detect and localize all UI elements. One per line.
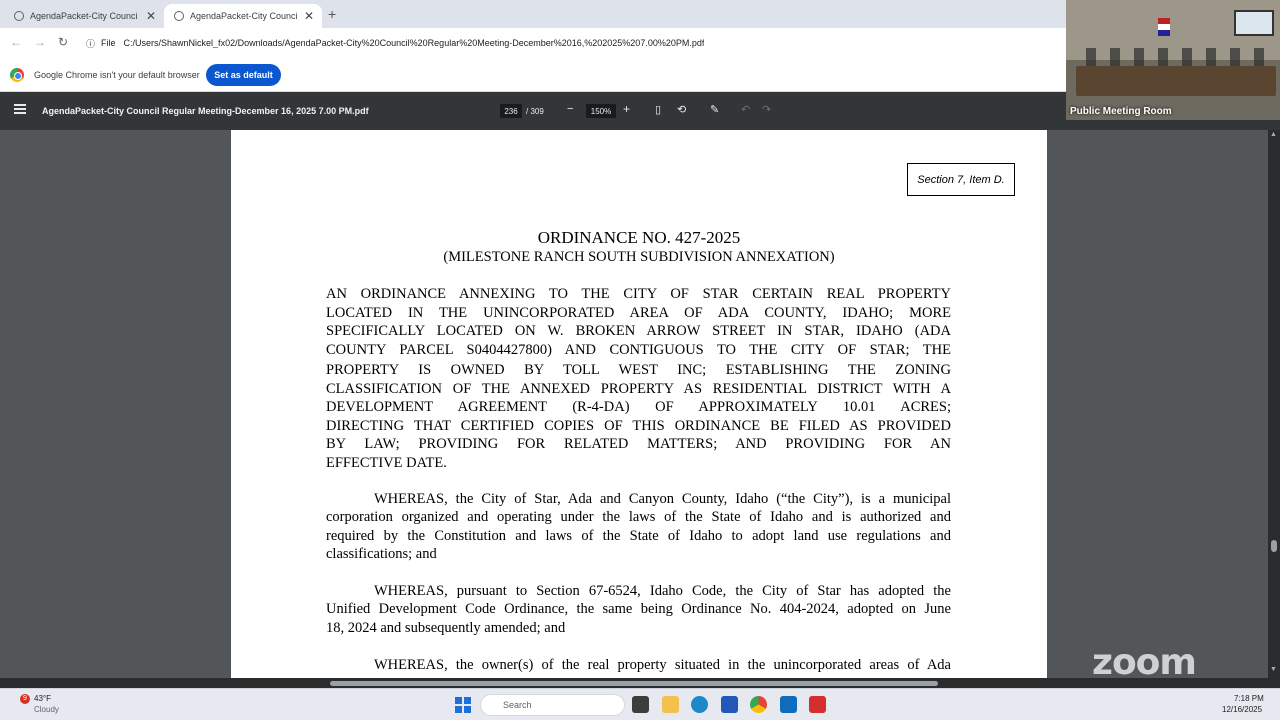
file-explorer-icon[interactable] <box>662 696 679 713</box>
caps-line: DEVELOPMENT AGREEMENT (R-4-DA) OF APPROX… <box>326 399 951 415</box>
ordinance-subtitle: (MILESTONE RANCH SOUTH SUBDIVISION ANNEX… <box>443 249 835 265</box>
tab-title: AgendaPacket-City Council Re <box>30 11 138 21</box>
menu-icon[interactable] <box>14 104 26 114</box>
weather-condition[interactable]: Cloudy <box>34 705 59 714</box>
tab-strip: AgendaPacket-City Council Re ✕ AgendaPac… <box>0 0 1066 28</box>
caps-line: PROPERTY IS OWNED BY TOLL WEST INC; ESTA… <box>326 362 951 378</box>
tab-agenda-2[interactable]: AgendaPacket-City Council Re ✕ <box>164 4 322 28</box>
close-tab-icon[interactable]: ✕ <box>304 9 314 23</box>
paragraph-line: required by the Constitution and laws of… <box>326 527 951 544</box>
paragraph-line: classifications; and <box>326 545 437 562</box>
section-label: Section 7, Item D. <box>907 163 1015 196</box>
paragraph-line: corporation organized and operating unde… <box>326 509 951 526</box>
clock-date[interactable]: 12/16/2025 <box>1222 705 1262 714</box>
info-icon[interactable]: ⓘ <box>86 37 95 50</box>
infobar-message: Google Chrome isn't your default browser <box>34 70 200 80</box>
url-text[interactable]: C:/Users/ShawnNickel_fx02/Downloads/Agen… <box>124 38 705 48</box>
zoom-video-inset: Public Meeting Room <box>1066 0 1280 120</box>
paragraph-line: WHEREAS, the City of Star, Ada and Canyo… <box>374 491 951 507</box>
whereas-paragraph-2: WHEREAS, pursuant to Section 67-6524, Id… <box>326 582 951 637</box>
page-total: / 309 <box>526 107 544 116</box>
pdf-viewer[interactable]: Section 7, Item D. ORDINANCE NO. 427-202… <box>0 130 1280 678</box>
horizontal-scroll-thumb[interactable] <box>330 681 938 686</box>
acrobat-icon[interactable] <box>809 696 826 713</box>
zoom-watermark-logo: zoom <box>1092 642 1197 683</box>
paragraph-line: 18, 2024 and subsequently amended; and <box>326 619 566 636</box>
new-tab-icon[interactable]: + <box>328 6 336 22</box>
pdf-title: AgendaPacket-City Council Regular Meetin… <box>42 106 369 116</box>
whereas-paragraph-3: WHEREAS, the owner(s) of the real proper… <box>326 656 951 674</box>
redo-icon[interactable]: ↷ <box>762 103 771 116</box>
caps-line: DIRECTING THAT CERTIFIED COPIES OF THIS … <box>326 417 951 434</box>
tab-agenda-1[interactable]: AgendaPacket-City Council Re ✕ <box>4 4 164 28</box>
caps-line: EFFECTIVE DATE. <box>326 454 447 471</box>
caps-line: COUNTY PARCEL S0404427800) AND CONTIGUOU… <box>326 341 951 358</box>
forward-icon[interactable]: → <box>34 35 46 49</box>
vertical-scrollbar[interactable]: ▲ ▼ <box>1268 130 1280 678</box>
annotate-icon[interactable]: ✎ <box>710 103 719 116</box>
globe-icon <box>14 11 24 21</box>
horizontal-scrollbar[interactable] <box>0 678 1280 688</box>
outlook-icon[interactable] <box>780 696 797 713</box>
council-dais-image <box>1076 66 1276 96</box>
pdf-page: Section 7, Item D. ORDINANCE NO. 427-202… <box>231 130 1047 678</box>
windows-taskbar: 9 43°F Cloudy Search 7:18 PM 12/16/2025 <box>0 688 1280 720</box>
caps-line: BY LAW; PROVIDING FOR RELATED MATTERS; A… <box>326 436 951 452</box>
fit-page-icon[interactable]: ▯ <box>655 103 661 116</box>
undo-icon[interactable]: ↶ <box>741 103 750 116</box>
tab-title: AgendaPacket-City Council Re <box>190 11 298 21</box>
edge-icon[interactable] <box>691 696 708 713</box>
participant-label: Public Meeting Room <box>1070 106 1172 117</box>
ordinance-title: ORDINANCE NO. 427-2025 <box>537 228 741 247</box>
whereas-paragraph-1: WHEREAS, the City of Star, Ada and Canyo… <box>326 490 951 563</box>
scroll-up-icon[interactable]: ▲ <box>1270 131 1277 138</box>
clock-time[interactable]: 7:18 PM <box>1234 694 1264 703</box>
paragraph-line: Unified Development Code Ordinance, the … <box>326 601 951 618</box>
chrome-logo-icon <box>10 68 24 82</box>
zoom-level-input[interactable]: 150% <box>586 104 616 118</box>
back-icon[interactable]: ← <box>10 35 22 49</box>
address-bar[interactable]: ⓘ File C:/Users/ShawnNickel_fx02/Downloa… <box>80 32 1060 54</box>
caps-line: AN ORDINANCE ANNEXING TO THE CITY OF STA… <box>326 286 951 302</box>
page-number-input[interactable]: 236 <box>500 104 522 118</box>
set-default-button[interactable]: Set as default <box>206 64 281 86</box>
scroll-down-icon[interactable]: ▼ <box>1270 666 1277 673</box>
caps-line: SPECIFICALLY LOCATED ON W. BROKEN ARROW … <box>326 323 951 339</box>
close-tab-icon[interactable]: ✕ <box>146 9 156 23</box>
zoom-out-icon[interactable]: − <box>567 103 573 115</box>
file-chip: File <box>101 38 116 48</box>
taskbar-search[interactable]: Search <box>480 694 625 716</box>
paragraph-line: WHEREAS, pursuant to Section 67-6524, Id… <box>374 583 951 599</box>
caps-line: LOCATED IN THE UNINCORPORATED AREA OF AD… <box>326 304 951 321</box>
rotate-icon[interactable]: ⟲ <box>677 103 686 116</box>
meeting-room-screen <box>1234 10 1274 36</box>
windows-start-icon[interactable] <box>455 697 471 713</box>
caps-line: CLASSIFICATION OF THE ANNEXED PROPERTY A… <box>326 380 951 397</box>
weather-alert-icon[interactable]: 9 <box>20 694 30 704</box>
council-members-image <box>1086 48 1266 68</box>
reload-icon[interactable]: ↻ <box>58 35 68 49</box>
chrome-taskbar-icon[interactable] <box>750 696 767 713</box>
store-icon[interactable] <box>721 696 738 713</box>
globe-icon <box>174 11 184 21</box>
weather-temperature[interactable]: 43°F <box>34 694 51 703</box>
zoom-in-icon[interactable]: + <box>623 102 630 116</box>
task-view-icon[interactable] <box>632 696 649 713</box>
paragraph-line: WHEREAS, the owner(s) of the real proper… <box>374 657 951 673</box>
vertical-scroll-thumb[interactable] <box>1271 540 1277 552</box>
flag-image <box>1158 18 1170 36</box>
browser-toolbar: ← → ↻ ⓘ File C:/Users/ShawnNickel_fx02/D… <box>0 28 1066 58</box>
default-browser-infobar: Google Chrome isn't your default browser… <box>0 58 1066 92</box>
